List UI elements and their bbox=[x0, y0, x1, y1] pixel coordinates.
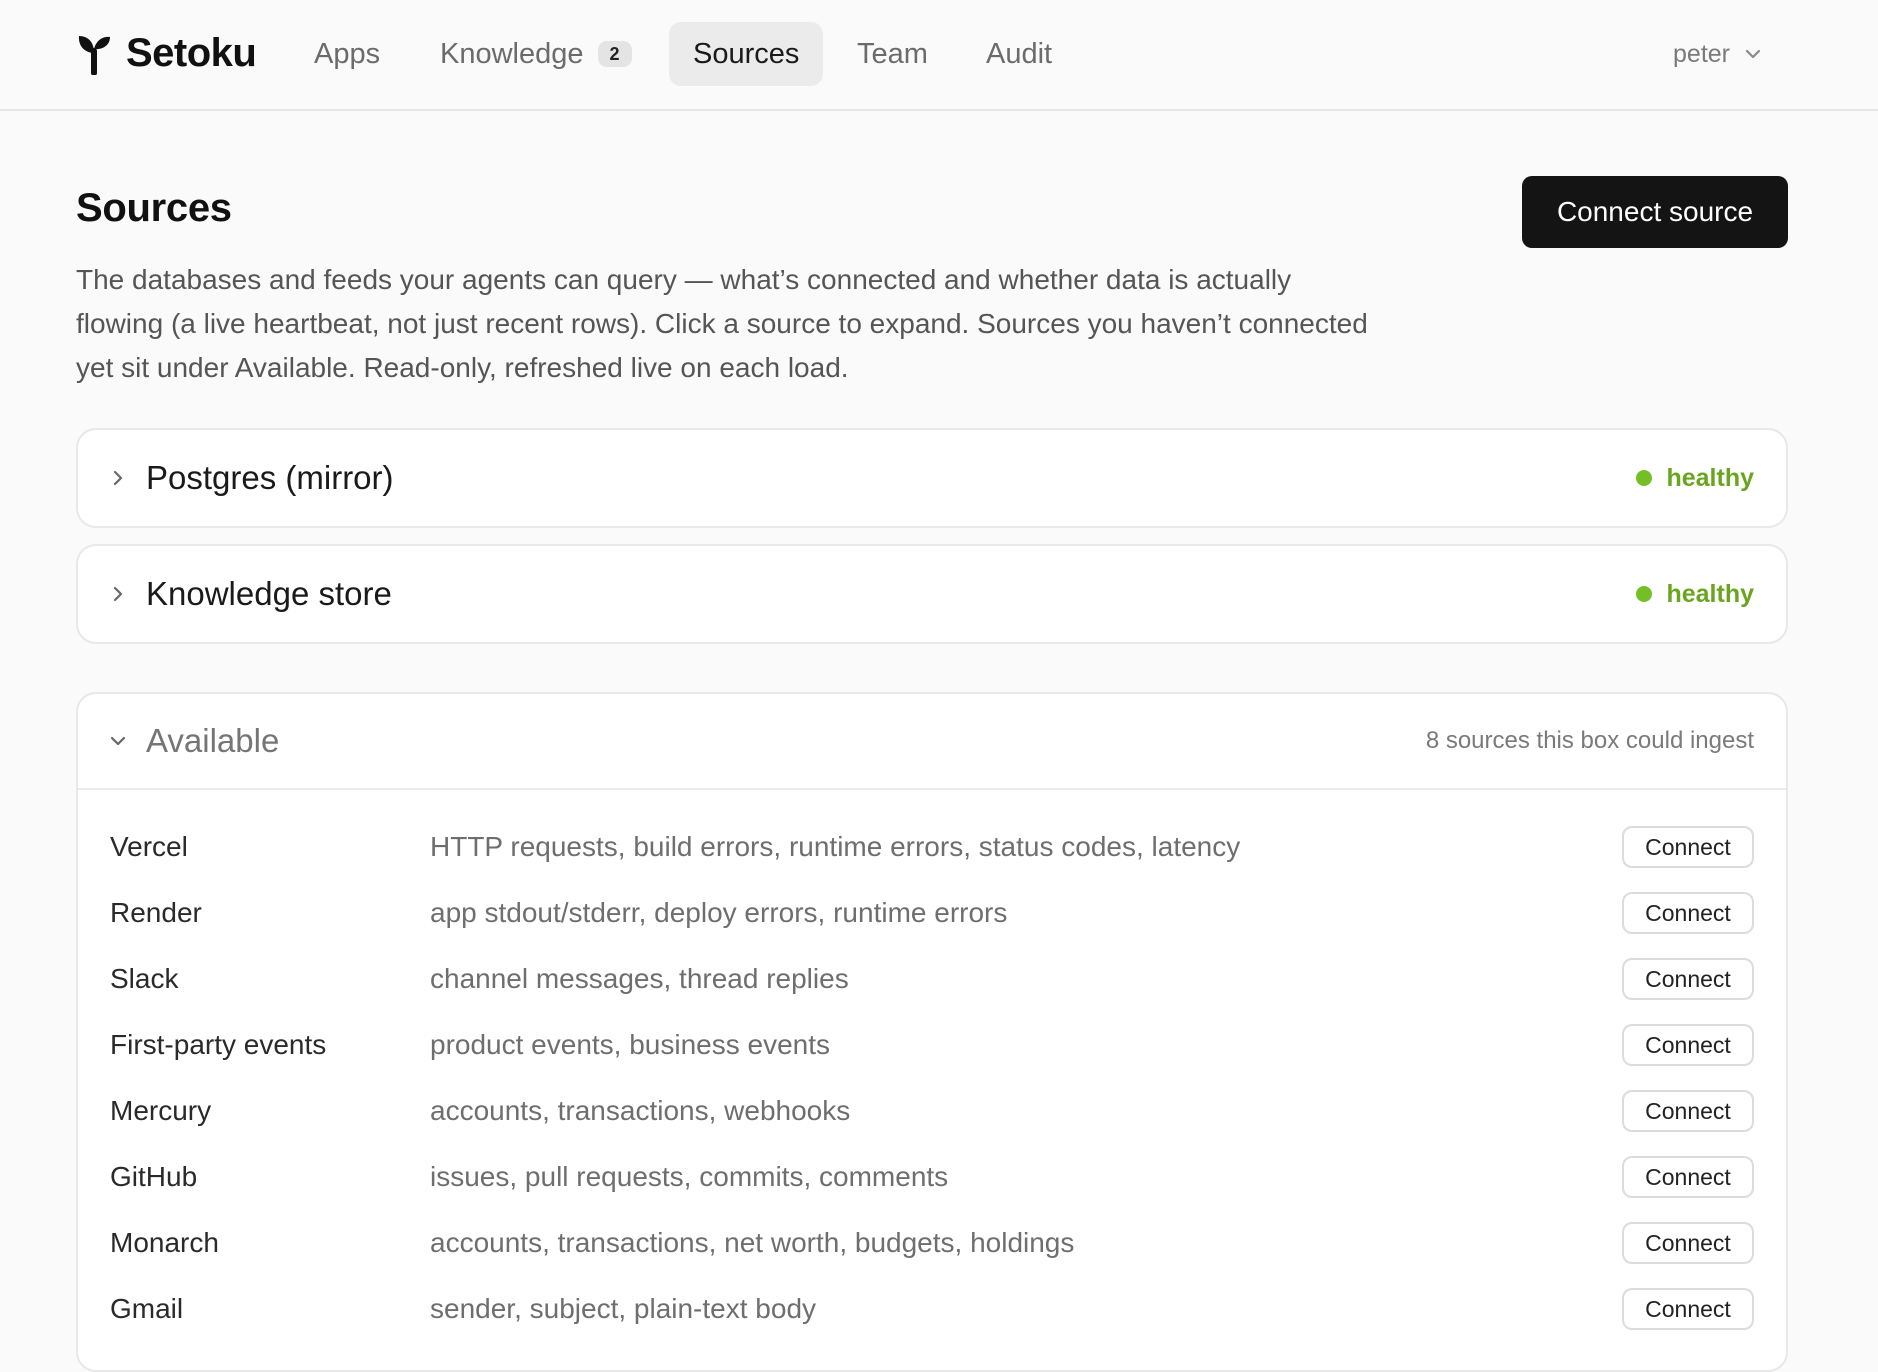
source-description: accounts, transactions, webhooks bbox=[430, 1095, 851, 1126]
top-navigation: Setoku Apps Knowledge 2 Sources Team Aud… bbox=[0, 0, 1878, 111]
source-card-header[interactable]: Postgres (mirror) healthy bbox=[78, 430, 1786, 526]
list-item: First-party events product events, busin… bbox=[78, 1012, 1786, 1078]
source-name: Monarch bbox=[110, 1227, 219, 1258]
available-header[interactable]: Available 8 sources this box could inges… bbox=[78, 694, 1786, 790]
source-card-header[interactable]: Knowledge store healthy bbox=[78, 546, 1786, 642]
source-description: app stdout/stderr, deploy errors, runtim… bbox=[430, 897, 1008, 928]
connect-button[interactable]: Connect bbox=[1622, 892, 1754, 934]
available-count: 8 sources this box could ingest bbox=[1425, 727, 1754, 754]
status-dot-icon bbox=[1636, 470, 1653, 486]
page-title: Sources bbox=[76, 186, 232, 230]
chevron-right-icon bbox=[113, 586, 123, 602]
chevron-down-icon bbox=[110, 736, 126, 746]
nav-label: Apps bbox=[314, 37, 381, 70]
connect-button[interactable]: Connect bbox=[1622, 1222, 1754, 1264]
list-item: Gmail sender, subject, plain-text body C… bbox=[78, 1276, 1786, 1342]
source-name: Gmail bbox=[110, 1293, 184, 1324]
sprout-icon bbox=[78, 36, 110, 75]
nav-label: Sources bbox=[693, 37, 800, 70]
nav-apps[interactable]: Apps bbox=[290, 22, 404, 86]
nav-label: Audit bbox=[986, 37, 1053, 70]
source-name: First-party events bbox=[110, 1029, 327, 1060]
available-title: Available bbox=[146, 722, 280, 759]
page-description: The databases and feeds your agents can … bbox=[76, 264, 1368, 383]
list-item: Render app stdout/stderr, deploy errors,… bbox=[78, 880, 1786, 946]
status-label: healthy bbox=[1666, 579, 1754, 608]
available-sources-panel: Available 8 sources this box could inges… bbox=[76, 692, 1788, 1372]
connect-source-button[interactable]: Connect source bbox=[1522, 176, 1788, 248]
brand-name: Setoku bbox=[126, 30, 257, 75]
chevron-right-icon bbox=[113, 470, 123, 486]
source-name: Vercel bbox=[110, 831, 188, 862]
status-dot-icon bbox=[1636, 586, 1653, 602]
list-item: Monarch accounts, transactions, net wort… bbox=[78, 1210, 1786, 1276]
knowledge-count-badge: 2 bbox=[597, 41, 632, 67]
list-item: Mercury accounts, transactions, webhooks… bbox=[78, 1078, 1786, 1144]
source-name: Knowledge store bbox=[146, 575, 392, 612]
status-badge: healthy bbox=[1636, 580, 1754, 609]
connect-button[interactable]: Connect bbox=[1622, 1156, 1754, 1198]
source-description: issues, pull requests, commits, comments bbox=[430, 1161, 949, 1192]
chevron-down-icon bbox=[1745, 49, 1761, 59]
source-description: accounts, transactions, net worth, budge… bbox=[430, 1227, 1075, 1258]
connect-button[interactable]: Connect bbox=[1622, 826, 1754, 868]
source-name: GitHub bbox=[110, 1161, 198, 1192]
nav-knowledge[interactable]: Knowledge 2 bbox=[416, 22, 656, 86]
source-name: Render bbox=[110, 897, 202, 928]
brand-logo[interactable]: Setoku bbox=[76, 26, 257, 80]
source-name: Postgres (mirror) bbox=[146, 459, 394, 496]
source-name: Mercury bbox=[110, 1095, 212, 1126]
list-item: Vercel HTTP requests, build errors, runt… bbox=[78, 814, 1786, 880]
connect-button[interactable]: Connect bbox=[1622, 1090, 1754, 1132]
user-name: peter bbox=[1673, 39, 1730, 68]
nav-team[interactable]: Team bbox=[833, 22, 952, 86]
source-description: HTTP requests, build errors, runtime err… bbox=[430, 831, 1241, 862]
list-item: Slack channel messages, thread replies C… bbox=[78, 946, 1786, 1012]
source-description: sender, subject, plain-text body bbox=[430, 1293, 817, 1324]
status-badge: healthy bbox=[1636, 464, 1754, 493]
source-description: product events, business events bbox=[430, 1029, 831, 1060]
connect-button[interactable]: Connect bbox=[1622, 1288, 1754, 1330]
connect-button[interactable]: Connect bbox=[1622, 958, 1754, 1000]
status-label: healthy bbox=[1666, 463, 1754, 492]
source-description: channel messages, thread replies bbox=[430, 963, 849, 994]
user-menu[interactable]: peter bbox=[1673, 34, 1762, 74]
source-card-knowledge-store[interactable]: Knowledge store healthy bbox=[76, 544, 1788, 644]
source-name: Slack bbox=[110, 963, 179, 994]
list-item: GitHub issues, pull requests, commits, c… bbox=[78, 1144, 1786, 1210]
connect-button[interactable]: Connect bbox=[1622, 1024, 1754, 1066]
nav-audit[interactable]: Audit bbox=[962, 22, 1076, 86]
nav-label: Knowledge bbox=[440, 37, 584, 70]
nav-sources[interactable]: Sources bbox=[669, 22, 824, 86]
nav-label: Team bbox=[857, 37, 928, 70]
source-card-postgres[interactable]: Postgres (mirror) healthy bbox=[76, 428, 1788, 528]
